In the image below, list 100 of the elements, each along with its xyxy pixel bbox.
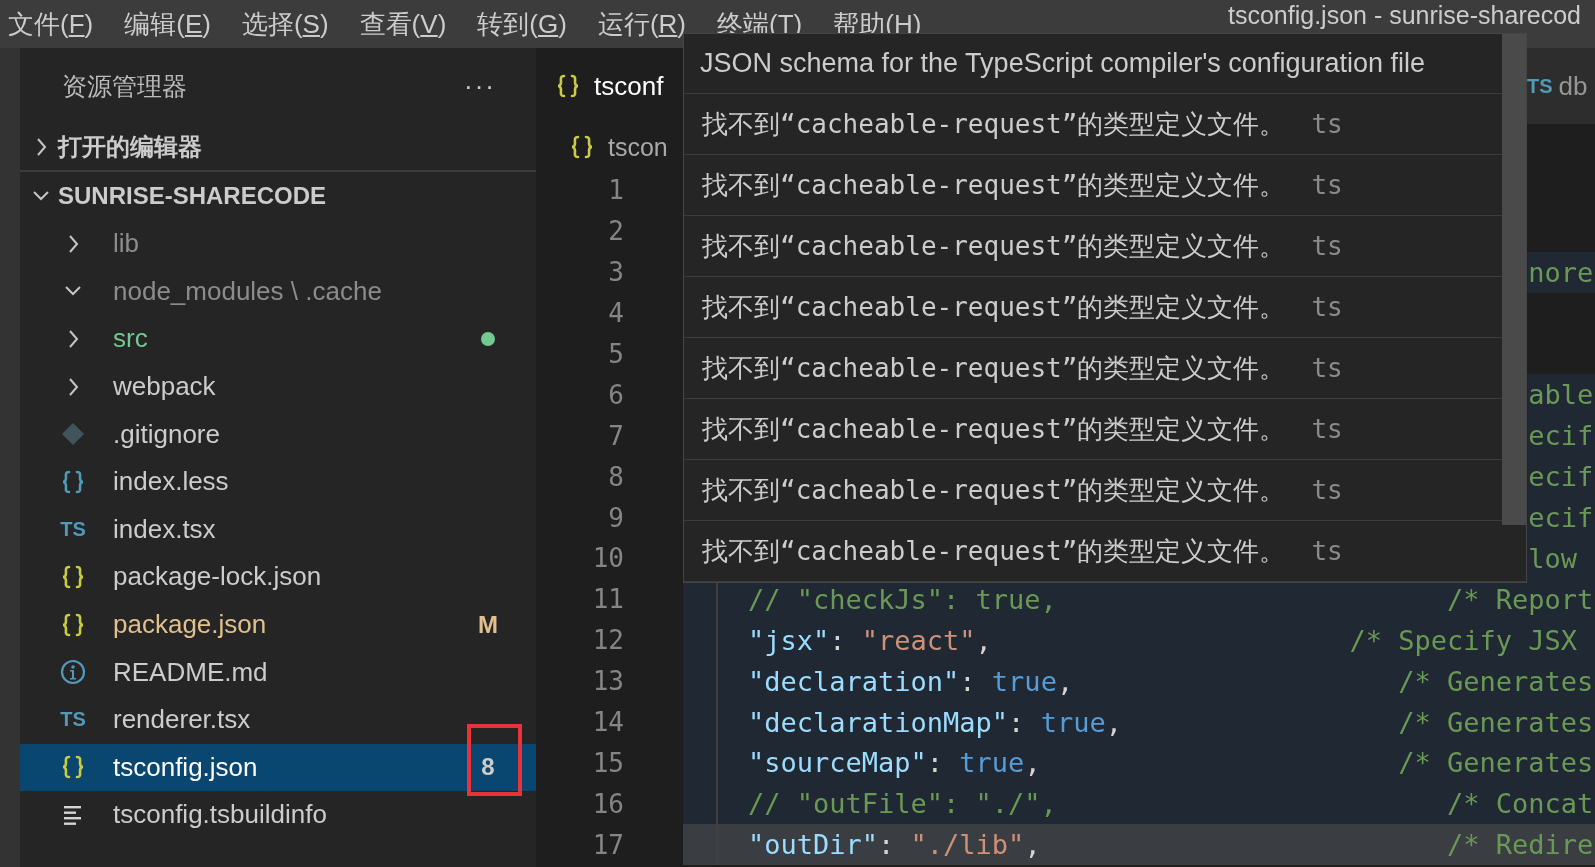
line-number: 3 [607,257,624,288]
line-number: 8 [607,461,624,492]
breadcrumb-item[interactable]: tscon [608,132,668,162]
error-message: 找不到“cacheable-request”的类型定义文件。 [702,534,1286,568]
error-source: ts [1311,231,1343,261]
error-source: ts [1311,170,1343,200]
menu-item[interactable]: 选择(S) [237,6,356,42]
status-label: 8 [480,753,496,782]
code-comment: /* Specify JSX [1349,624,1578,656]
error-source: ts [1311,536,1343,566]
code-fragment: ecif [1528,461,1594,493]
file-name: package-lock.json [113,561,322,593]
tree-item[interactable]: lib [20,220,536,268]
braces-icon [61,611,85,638]
tree-item[interactable]: TS renderer.tsx [20,695,536,744]
file-name: tsconfig.json [113,751,258,783]
tree-item[interactable]: tsconfig.json 8 [20,743,536,792]
line-number: 5 [607,339,624,369]
braces-icon [570,134,594,160]
tree-item[interactable]: node_modules \ .cache [20,267,536,316]
file-name: .gitignore [113,418,220,450]
line-number: 1 [607,175,624,206]
code-comment: /* Generates [1398,706,1594,738]
code-text: "outDir": "./lib", [748,829,1041,861]
line-number: 15 [591,747,624,778]
scrollbar-thumb[interactable] [1502,34,1526,525]
code-fragment: low [1528,542,1578,574]
menu-item[interactable]: 文件(F) [4,6,121,42]
line-number: 16 [591,788,624,819]
typescript-icon: TS [60,517,86,541]
line-number: 4 [607,298,624,329]
error-message: 找不到“cacheable-request”的类型定义文件。 [702,473,1286,507]
braces-icon [556,73,580,99]
diamond-icon [61,422,85,447]
tree-item[interactable]: tsconfig.tsbuildinfo [20,791,536,839]
error-source: ts [1311,292,1343,322]
tree-item[interactable]: package.json M [20,600,536,649]
line-number: 17 [591,829,624,860]
code-fragment: ecif [1528,502,1594,534]
code-comment: /* Redire [1447,829,1594,861]
line-number: 7 [607,420,624,451]
status-label: M [477,610,499,639]
braces-icon [61,754,85,781]
line-number: 6 [607,379,624,410]
braces-icon [61,468,85,495]
tree-item[interactable]: webpack [20,362,536,411]
code-comment: /* Report [1447,583,1594,615]
error-message: 找不到“cacheable-request”的类型定义文件。 [702,412,1286,446]
error-source: ts [1311,109,1343,139]
code-comment: /* Generates [1398,747,1594,779]
section-header[interactable]: SUNRISE-SHARECODE [20,172,536,220]
file-name: lib [113,228,139,260]
file-name: package.json [113,609,267,641]
file-name: index.tsx [113,513,216,545]
line-number: 12 [591,625,624,656]
error-source: ts [1311,353,1343,383]
error-source: ts [1311,414,1343,444]
code-text: "declarationMap": true, [748,706,1122,738]
typescript-icon: TS [60,708,86,732]
error-message: 找不到“cacheable-request”的类型定义文件。 [702,229,1286,263]
file-name: renderer.tsx [113,704,251,736]
line-number: 2 [607,216,624,247]
menu-item[interactable]: 转到(G) [473,6,594,42]
code-text: "jsx": "react", [748,624,992,656]
error-message: 找不到“cacheable-request”的类型定义文件。 [702,168,1286,202]
explorer-title: 资源管理器 [62,70,187,102]
file-name: src [113,323,148,355]
tree-item[interactable]: README.md [20,648,536,696]
menu-item[interactable]: 查看(V) [355,6,474,42]
window-title: tsconfig.json - sunrise-sharecod [1228,0,1581,30]
code-text: // "outFile": "./", [748,788,1057,820]
line-number: 14 [591,707,624,737]
code-fragment: nore [1528,256,1594,288]
file-name: node_modules \ .cache [113,275,382,307]
typescript-icon: TS [1527,74,1553,98]
line-number: 10 [591,543,624,574]
code-text: // "checkJs": true, [748,583,1057,615]
info-icon [60,659,86,686]
tree-item[interactable]: package-lock.json [20,553,536,601]
menu-item[interactable]: 运行(R) [593,6,713,42]
tree-item[interactable]: .gitignore [20,410,536,458]
file-name: webpack [113,371,216,403]
code-comment: /* Concat [1447,788,1594,820]
menu-item[interactable]: 编辑(E) [120,6,238,42]
code-fragment: able [1528,379,1594,411]
code-text: "sourceMap": true, [748,747,1041,779]
tree-item[interactable]: TS index.tsx [20,505,536,554]
more-actions-button[interactable]: ··· [464,70,496,102]
tree-item[interactable]: index.less [20,457,536,506]
code-text: "declaration": true, [748,665,1074,697]
error-message: 找不到“cacheable-request”的类型定义文件。 [702,351,1286,385]
file-name: index.less [113,466,229,498]
code-comment: /* Generates [1398,665,1594,697]
section-header[interactable]: 打开的编辑器 [20,124,536,172]
braces-icon [61,563,85,590]
tree-item[interactable]: src [20,315,536,363]
line-number: 11 [591,584,624,615]
line-number: 9 [607,502,624,533]
line-number: 13 [591,666,624,697]
lines-icon [63,803,83,826]
